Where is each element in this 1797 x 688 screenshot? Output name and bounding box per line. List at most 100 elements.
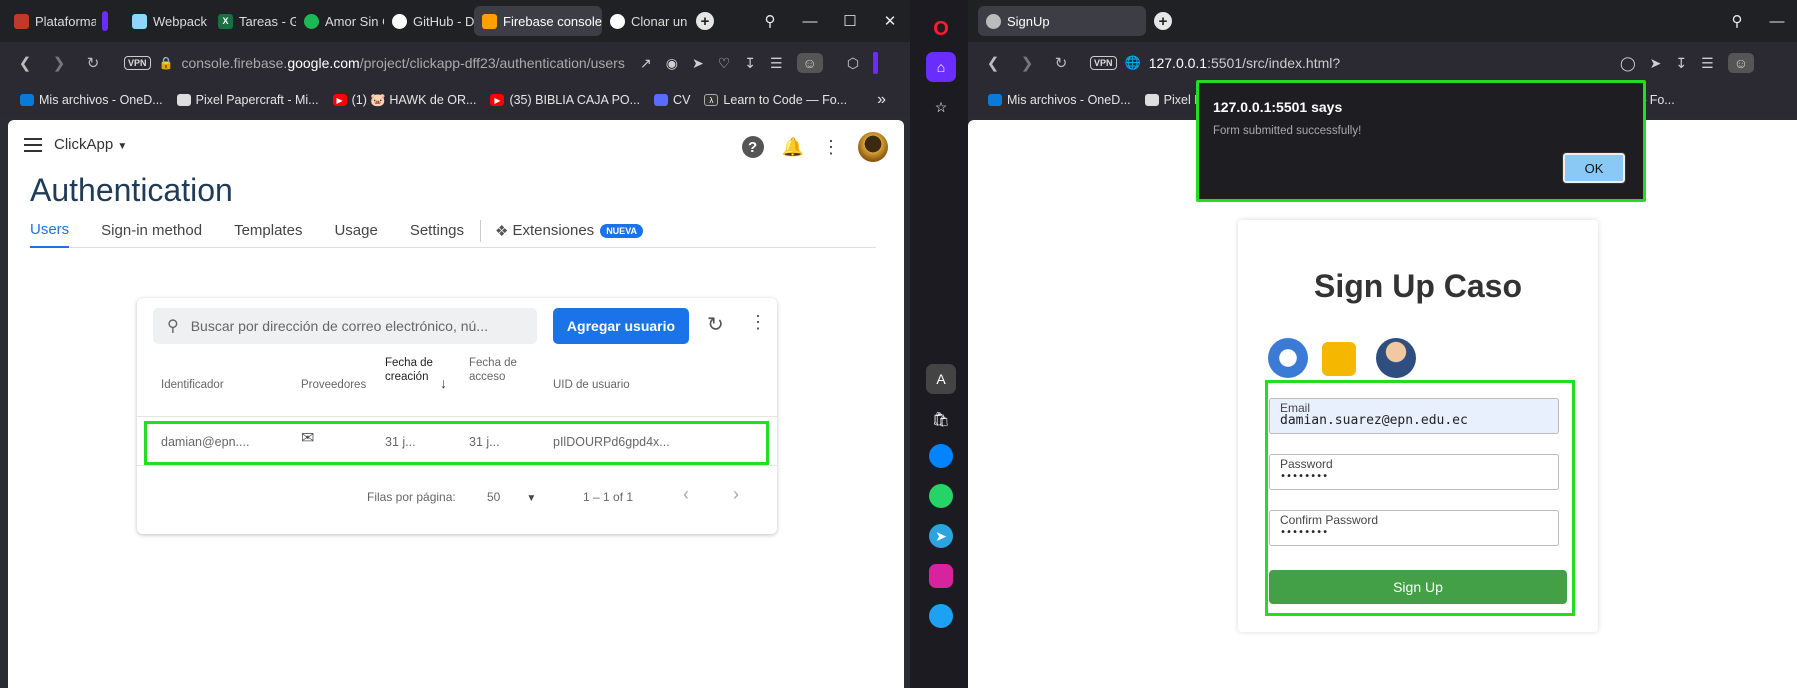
tab-clonar[interactable]: Clonar un	[602, 6, 688, 36]
back-icon[interactable]: ❮	[976, 54, 1010, 72]
bookmarks-overflow-button[interactable]: »	[877, 91, 886, 109]
avatar[interactable]	[858, 132, 888, 162]
tab-settings[interactable]: Settings	[410, 214, 464, 248]
tab-firebase[interactable]: Firebase console	[474, 6, 602, 36]
refresh-icon[interactable]: ↻	[707, 312, 724, 337]
new-badge: NUEVA	[600, 223, 644, 238]
tab-usage[interactable]: Usage	[334, 214, 377, 248]
password-field[interactable]: Password ••••••••	[1269, 454, 1559, 490]
more-options-icon[interactable]: ⋮	[749, 312, 767, 333]
firebase-icon	[482, 13, 497, 29]
back-icon[interactable]: ❮	[8, 54, 42, 72]
column-header-uid[interactable]: UID de usuario	[553, 378, 630, 392]
new-tab-button[interactable]: +	[696, 12, 714, 30]
minimize-button[interactable]: —	[1757, 13, 1797, 30]
download-icon[interactable]: ↧	[1675, 55, 1687, 72]
auth-tabs: Users Sign-in method Templates Usage Set…	[30, 214, 876, 248]
bookmark-onedrive[interactable]: Mis archivos - OneD...	[20, 93, 163, 107]
download-icon[interactable]: ↧	[744, 55, 756, 72]
new-tab-button[interactable]: +	[1154, 12, 1172, 30]
instagram-icon[interactable]	[929, 564, 953, 588]
rows-per-page-select[interactable]: 50 ▼	[487, 490, 536, 504]
sort-arrow-icon[interactable]: ↓	[440, 376, 447, 390]
heart-icon[interactable]: ♡	[718, 55, 731, 72]
forward-icon[interactable]: ❯	[42, 54, 76, 72]
easy-setup-icon[interactable]: ☰	[770, 55, 783, 72]
tab-plataforma[interactable]: Plataforma	[6, 6, 96, 36]
vpn-badge[interactable]: VPN	[1090, 56, 1117, 70]
lock-icon	[1322, 342, 1356, 376]
tab-extensions[interactable]: ❖ Extensiones NUEVA	[495, 214, 644, 248]
column-header-last-access[interactable]: Fecha de acceso	[469, 356, 523, 384]
extensions-icon[interactable]: ⬡	[847, 55, 859, 72]
search-input[interactable]: ⚲ Buscar por dirección de correo electró…	[153, 308, 537, 344]
opera-sidebar: O ⌂ ☆ A 🛍 ➤	[914, 0, 968, 688]
bookmark-hawk[interactable]: ▶ (1) 🐷 HAWK de OR...	[332, 93, 476, 108]
person-icon	[14, 13, 29, 29]
send-icon[interactable]: ➤	[1650, 55, 1662, 72]
add-user-button[interactable]: Agregar usuario	[553, 308, 689, 344]
ok-button[interactable]: OK	[1562, 152, 1626, 184]
profile-icon[interactable]: ☺	[1727, 53, 1754, 73]
tab-sign-in-method[interactable]: Sign-in method	[101, 214, 202, 248]
help-icon[interactable]: ?	[741, 136, 764, 158]
url-field[interactable]: VPN 🌐 127.0.0.1:5501/src/index.html?	[1090, 48, 1340, 78]
vpn-badge[interactable]: VPN	[124, 56, 151, 70]
tab-signup[interactable]: SignUp	[978, 6, 1146, 36]
tab-spotify[interactable]: Amor Sin C	[296, 6, 384, 36]
whatsapp-icon[interactable]	[929, 484, 953, 508]
twitter-icon[interactable]	[929, 604, 953, 628]
column-header-identifier[interactable]: Identificador	[161, 378, 224, 392]
more-options-icon[interactable]: ⋮	[822, 137, 840, 158]
column-header-providers[interactable]: Proveedores	[301, 378, 366, 392]
minimize-button[interactable]: —	[790, 13, 830, 30]
github-icon	[392, 13, 407, 29]
tab-templates[interactable]: Templates	[234, 214, 302, 248]
menu-icon[interactable]	[24, 138, 42, 152]
telegram-icon[interactable]: ➤	[929, 524, 953, 548]
bookmark-onedrive[interactable]: Mis archivos - OneD...	[988, 93, 1131, 107]
confirm-password-field[interactable]: Confirm Password ••••••••	[1269, 510, 1559, 546]
easy-setup-icon[interactable]: ☰	[1701, 55, 1714, 72]
sidebar-toggle-icon[interactable]	[873, 52, 879, 74]
aria-icon[interactable]: A	[926, 364, 956, 394]
bookmark-biblia[interactable]: ▶ (35) BIBLIA CAJA PO...	[490, 93, 640, 107]
bell-icon[interactable]: 🔔	[782, 137, 804, 158]
email-field[interactable]: Email damian.suarez@epn.edu.ec	[1269, 398, 1559, 434]
sign-up-button[interactable]: Sign Up	[1269, 570, 1567, 604]
lock-icon: 🔒	[158, 56, 174, 70]
extensions-label: Extensiones	[512, 222, 595, 239]
project-selector[interactable]: ClickApp ▼	[54, 136, 127, 153]
shopping-icon[interactable]: 🛍	[926, 404, 956, 434]
camera-icon[interactable]: ◉	[666, 55, 678, 72]
tab-users[interactable]: Users	[30, 214, 70, 248]
bookmark-learn-to-code[interactable]: λ Learn to Code — Fo...	[704, 93, 847, 107]
tab-tareas[interactable]: X Tareas - G	[210, 6, 296, 36]
home-icon[interactable]: ⌂	[926, 52, 956, 82]
messenger-icon[interactable]	[929, 444, 953, 468]
search-tabs-icon[interactable]: ⚲	[1717, 12, 1757, 30]
reload-icon[interactable]: ↻	[1044, 54, 1078, 72]
column-header-created[interactable]: Fecha de creación	[385, 356, 439, 384]
maximize-button[interactable]: ☐	[830, 12, 870, 30]
pinboard-icon[interactable]: ☆	[926, 92, 956, 122]
reload-icon[interactable]: ↻	[76, 54, 110, 72]
search-tabs-icon[interactable]: ⚲	[750, 12, 790, 30]
shield-icon[interactable]: ◯	[1620, 55, 1636, 72]
send-icon[interactable]: ➤	[692, 55, 704, 72]
share-icon[interactable]: ↗	[640, 55, 652, 72]
tab-webpack[interactable]: Webpack F	[124, 6, 210, 36]
tab-pinned[interactable]	[96, 6, 124, 36]
tab-github[interactable]: GitHub - D	[384, 6, 474, 36]
profile-icon[interactable]: ☺	[796, 53, 823, 73]
bookmark-cv[interactable]: CV	[654, 93, 690, 107]
spotify-icon	[304, 13, 319, 29]
url-field[interactable]: VPN 🔒 console.firebase.google.com/projec…	[124, 48, 625, 78]
prev-page-icon[interactable]: ‹	[683, 484, 689, 505]
next-page-icon[interactable]: ›	[733, 484, 739, 505]
forward-icon[interactable]: ❯	[1010, 54, 1044, 72]
opera-logo-icon[interactable]: O	[926, 14, 956, 44]
close-button[interactable]: ✕	[870, 12, 910, 30]
bookmark-pixel-papercraft[interactable]: Pixel Papercraft - Mi...	[176, 93, 319, 107]
row-divider	[137, 465, 777, 466]
